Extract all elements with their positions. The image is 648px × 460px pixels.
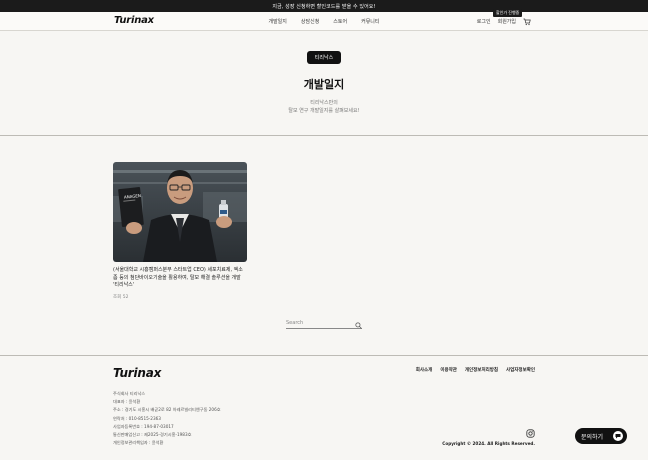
login-link[interactable]: 로그인 (477, 18, 491, 25)
footer-link-privacy[interactable]: 개인정보처리방침 (465, 367, 498, 373)
main-nav: 개발일지 상담신청 스토어 커뮤니티 (0, 12, 648, 31)
signup-link[interactable]: 회원가입 (498, 18, 516, 25)
footer-link-about[interactable]: 회사소개 (416, 367, 433, 373)
inquiry-button[interactable]: 문의하기 (575, 428, 627, 444)
footer-links: 회사소개 이용약관 개인정보처리방침 사업자정보확인 (416, 367, 535, 373)
nav-item-consult[interactable]: 상담신청 (301, 18, 319, 25)
company-ceo: 대표자 : 윤석환 (113, 399, 141, 405)
company-name: 주식회사 티리낙스 (113, 391, 146, 396)
nav-item-community[interactable]: 커뮤니티 (361, 18, 379, 25)
discount-tooltip: 할인가 진행중 (493, 9, 523, 17)
footer-link-business-info[interactable]: 사업자정보확인 (506, 367, 535, 373)
site-header: Turinax 개발일지 상담신청 스토어 커뮤니티 로그인 회원가입 (0, 12, 648, 31)
post-title[interactable]: (서울대학교 시흥캠퍼스분부 스타트업 CEO) 세포치료제, 엑소좀 등의 첨… (113, 267, 247, 290)
nav-item-store[interactable]: 스토어 (333, 18, 347, 25)
announcement-bar: 지금, 성장 신청하면 할인코드를 받을 수 있어요! (0, 0, 648, 12)
post-thumbnail[interactable]: ANAGEN (113, 162, 247, 262)
company-phone: 연락처 : 010-8515-2363 (113, 415, 161, 421)
copyright-text: Copyright © 2024. All Rights Reserved. (442, 441, 535, 446)
hero-section: 티리낙스 개발일지 티리낙스만의 탈모 연구 개발일지를 살펴보세요! (0, 31, 648, 136)
section-divider (0, 135, 648, 136)
company-mail-order-number: 통신판매업신고 : 제2025-경기시흥-1983호 (113, 432, 192, 438)
footer-divider (0, 355, 648, 356)
chat-icon (613, 431, 623, 441)
page-subtitle: 티리낙스만의 탈모 연구 개발일지를 살펴보세요! (0, 99, 648, 115)
cart-icon[interactable] (523, 18, 531, 26)
footer-link-terms[interactable]: 이용약관 (440, 367, 457, 373)
subtitle-line-2: 탈모 연구 개발일지를 살펴보세요! (288, 108, 360, 114)
post-view-count: 조회 52 (113, 294, 129, 300)
search-input[interactable] (286, 320, 346, 326)
footer-logo[interactable]: Turinax (113, 366, 161, 380)
search-icon[interactable] (355, 314, 362, 333)
company-address: 주소 : 경기도 시흥시 배곧2로 82 아레르빌리티엔구동 206호 (113, 407, 221, 413)
company-privacy-officer: 개인정보관리책임자 : 윤석환 (113, 440, 164, 446)
subtitle-line-1: 티리낙스만의 (310, 100, 338, 106)
instagram-icon[interactable] (526, 423, 535, 438)
post-card[interactable]: ANAGEN (서울대학교 시흥캠퍼스분부 스타트업 CEO) 세포치료제, 엑… (113, 162, 247, 300)
nav-item-dev-log[interactable]: 개발일지 (268, 18, 286, 25)
search-bar (286, 318, 362, 329)
company-info: 주식회사 티리낙스 대표자 : 윤석환 주소 : 경기도 시흥시 배곧2로 82… (113, 390, 221, 447)
announcement-text: 지금, 성장 신청하면 할인코드를 받을 수 있어요! (272, 3, 376, 10)
page-title: 개발일지 (303, 78, 345, 91)
brand-badge: 티리낙스 (307, 51, 341, 64)
inquiry-label: 문의하기 (581, 433, 604, 441)
company-business-number: 사업자등록번호 : 194-87-03017 (113, 423, 174, 429)
